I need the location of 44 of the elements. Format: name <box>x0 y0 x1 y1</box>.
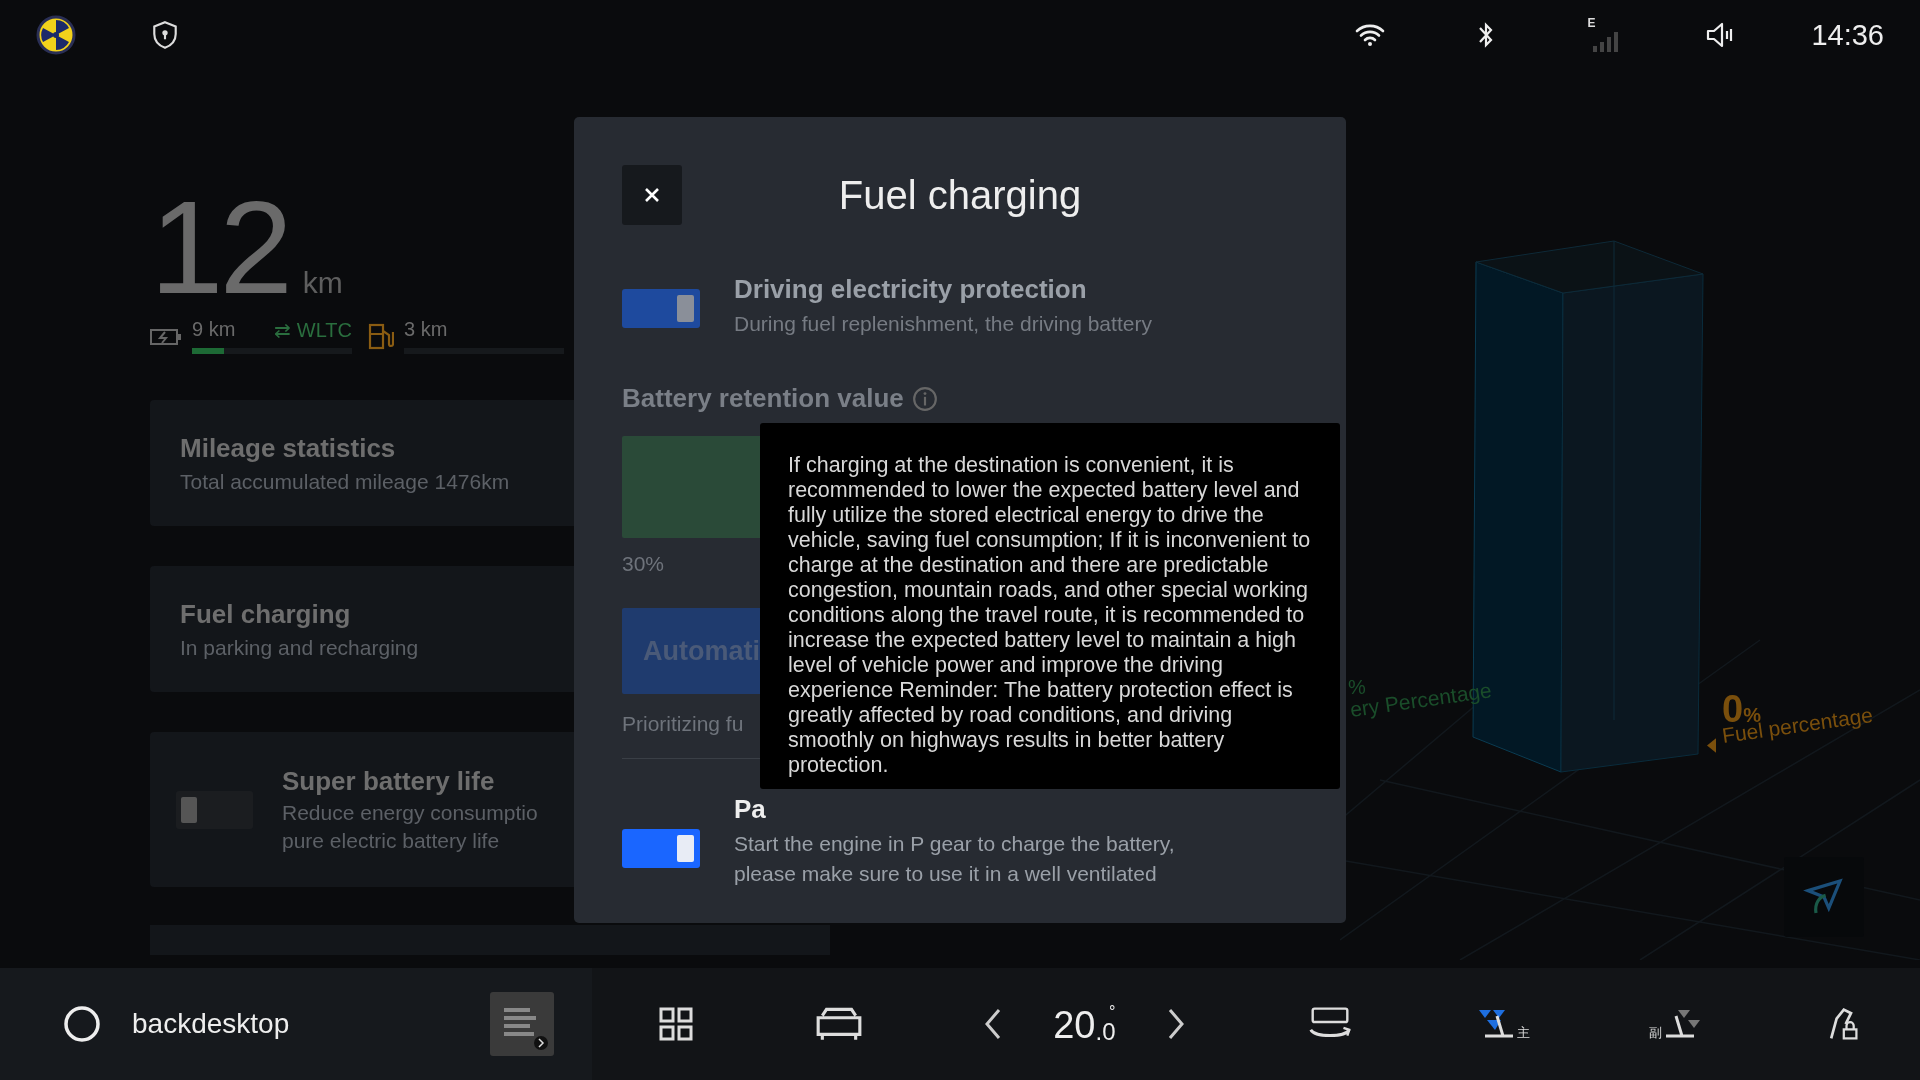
range-unit: km <box>302 266 343 300</box>
info-icon[interactable] <box>911 385 938 412</box>
card-title: Fuel charging <box>180 598 352 630</box>
circle-icon[interactable] <box>62 1004 102 1044</box>
electric-range: 9 km <box>192 318 236 342</box>
passenger-seat-label: 副 <box>1649 1024 1663 1042</box>
card-title: Super battery life <box>282 766 496 797</box>
card-subtitle: pure electric battery life <box>282 829 501 853</box>
fuel-range: 3 km <box>404 318 449 342</box>
pointer-icon <box>1707 738 1716 753</box>
driver-seat-label: 主 <box>1516 1024 1530 1042</box>
setting-card[interactable]: Fuel charging In parking and recharging <box>150 566 574 692</box>
clock-time: 14:36 <box>1811 18 1884 52</box>
logo-icon[interactable] <box>36 15 76 55</box>
card-subtitle: Total accumulated mileage 1476km <box>180 469 510 494</box>
setting-description: Start the engine in P gear to charge the battery, <box>734 831 1175 857</box>
setting-description: During fuel replenishment, the driving battery <box>734 311 1152 337</box>
setting-card[interactable]: Mileage statistics Total accumulated mileage 1476km <box>150 400 574 526</box>
retention-reading: 30% <box>622 552 665 576</box>
retention-label: Battery retention value <box>622 383 904 414</box>
battery-charge-icon <box>150 326 182 348</box>
fuel-pump-icon <box>368 322 394 350</box>
setting-title: Pa <box>734 793 766 825</box>
toggle-switch[interactable] <box>622 829 700 868</box>
album-icon[interactable] <box>490 992 554 1056</box>
setting-card[interactable]: Super battery life Reduce energy consumptio pure electric battery life <box>150 732 574 887</box>
home-label[interactable]: backdesktop <box>132 1008 290 1040</box>
battery-percent: % <box>1348 676 1366 699</box>
card-title: Mileage statistics <box>180 432 397 464</box>
setting-title: Driving electricity protection <box>734 273 1087 305</box>
grid-icon[interactable] <box>658 1006 694 1042</box>
close-button[interactable] <box>622 165 682 225</box>
tooltip-text: If charging at the destination is convenient, it is recommended to lower the expected battery level and fully utilize the stored electrical energy to drive the vehicle, saving fuel consumption; If it is inconvenient to charge at the destination and there are predictable congestion, mountain roads, and other special working conditions along the travel route, it is recommended to increase the expected battery level to maintain a high level of vehicle power and improve the driving experience Reminder: The battery protection effect is greatly affected by road conditions, and driving smoothly on highways results in better battery protection. <box>788 453 1312 778</box>
shield-icon[interactable] <box>152 20 178 50</box>
retention-hint: Prioritizing fu <box>622 712 744 736</box>
temperature-value: 20 $^{°}$ .0 <box>1053 1004 1116 1044</box>
card-subtitle: Reduce energy consumptio <box>282 801 538 825</box>
card-subtitle: In parking and recharging <box>180 635 419 660</box>
range-value: 12 <box>150 182 289 314</box>
network-label: E <box>1587 16 1596 30</box>
setting-description: please make sure to use it in a well ventilated <box>734 861 1157 887</box>
cycle-label: ⇄ WLTC <box>274 318 352 342</box>
toggle-switch[interactable] <box>176 790 253 829</box>
dialog-title: Fuel charging <box>837 172 1083 218</box>
